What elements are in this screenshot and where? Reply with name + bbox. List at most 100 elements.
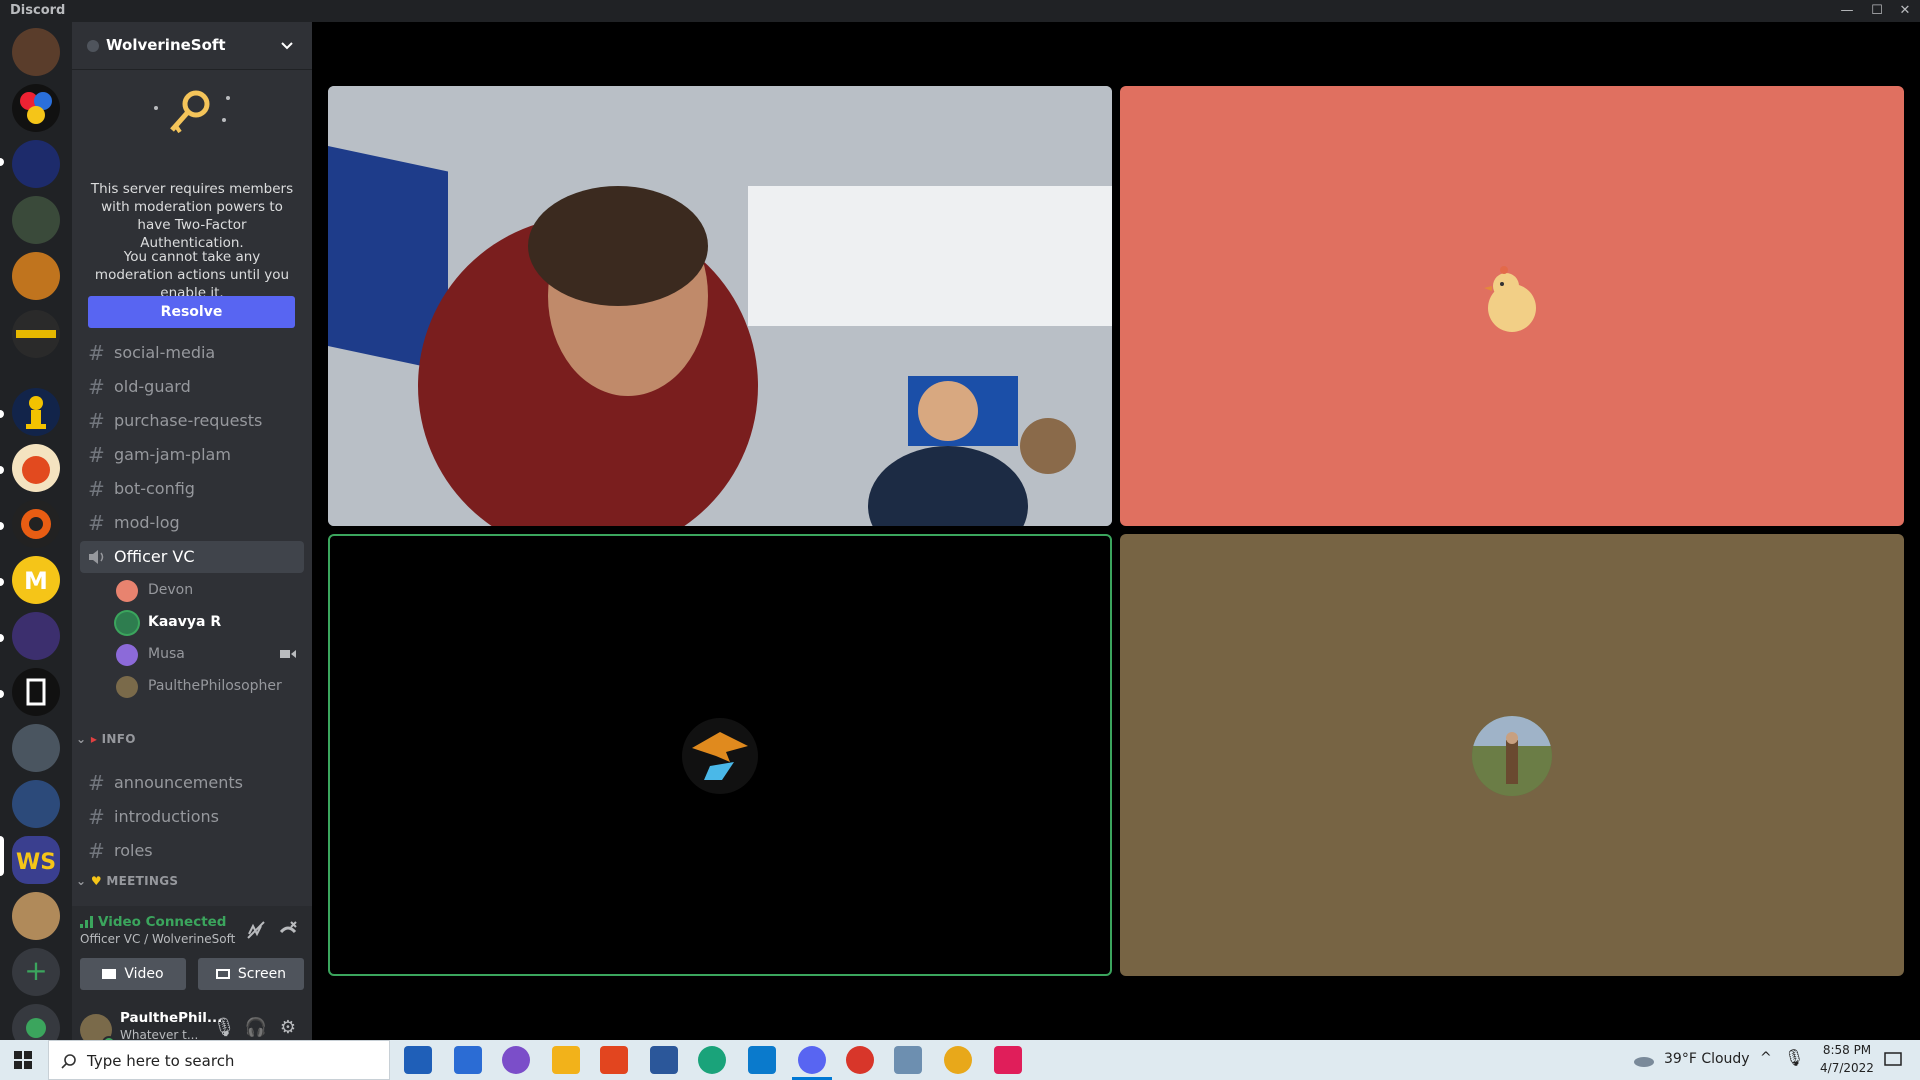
voice-user-devon[interactable]: Devon [116,576,306,604]
server-icon[interactable] [12,84,60,132]
microphone-icon[interactable]: 🎙 [210,1014,238,1042]
server-header[interactable]: WolverineSoft [72,22,312,70]
chevron-down-icon: ⌄ [76,874,87,888]
channel-roles[interactable]: # roles [80,835,304,867]
title-bar: Discord — ☐ ✕ [0,0,1920,22]
unread-indicator [0,690,4,698]
channel-bot-config[interactable]: # bot-config [80,473,304,505]
weather-text[interactable]: 39°F Cloudy [1664,1051,1750,1067]
disconnect-icon[interactable] [278,920,298,940]
chevron-down-icon [281,42,293,50]
channel-purchase-requests[interactable]: # purchase-requests [80,405,304,437]
office-icon[interactable] [600,1046,628,1074]
channel-old-guard[interactable]: # old-guard [80,371,304,403]
server-icon[interactable] [12,668,60,716]
hash-icon: # [88,409,105,433]
server-icon[interactable] [12,612,60,660]
hash-icon: # [88,341,105,365]
windows-taskbar: Type here to search 39°F Cloudy ^ 🎙 8:58… [0,1040,1920,1080]
slack-icon[interactable] [994,1046,1022,1074]
book-icon [26,678,46,706]
video-tile-camera[interactable] [328,86,1112,526]
windows-start-icon[interactable] [14,1051,32,1069]
close-button[interactable]: ✕ [1890,0,1920,22]
channel-gam-jam-plam[interactable]: # gam-jam-plam [80,439,304,471]
avatar [116,612,138,634]
screen-share-button[interactable]: Screen [198,958,304,990]
video-button[interactable]: Video [80,958,186,990]
server-icon[interactable] [12,780,60,828]
unread-indicator [0,410,4,418]
mail-icon[interactable] [454,1046,482,1074]
server-icon[interactable] [12,252,60,300]
voice-channel-officer-vc[interactable]: Officer VC [80,541,304,573]
voice-user-paul[interactable]: PaulthePhilosopher [116,672,306,700]
chevron-down-icon: ⌄ [76,732,87,746]
video-tile-speaking[interactable] [328,534,1112,976]
channel-announcements[interactable]: # announcements [80,767,304,799]
channel-introductions[interactable]: # introductions [80,801,304,833]
server-icon[interactable] [12,140,60,188]
unread-indicator [0,578,4,586]
voice-status[interactable]: Video Connected [98,914,226,930]
chrome-icon[interactable] [944,1046,972,1074]
hash-icon: # [88,805,105,829]
voice-user-musa[interactable]: Musa [116,640,306,668]
category-info[interactable]: ⌄ ▸ INFO [76,732,136,746]
voice-user-kaavya[interactable]: Kaavya R [116,608,306,636]
taskbar-search-box[interactable]: Type here to search [48,1040,390,1080]
channel-social-media[interactable]: # social-media [80,337,304,369]
app-icon[interactable] [894,1046,922,1074]
maximize-button[interactable]: ☐ [1862,0,1892,22]
server-icon[interactable]: M [12,556,60,604]
avatar [1472,716,1552,796]
microsoft-store-icon[interactable] [404,1046,432,1074]
clock-time[interactable]: 8:58 PM [1812,1043,1882,1057]
server-icon[interactable] [12,310,60,358]
mfa-sub-message: You cannot take any moderation actions u… [94,249,290,301]
server-icon[interactable] [12,196,60,244]
server-icon[interactable] [12,444,60,492]
chick-icon [1484,266,1536,332]
discord-icon[interactable] [798,1046,826,1074]
channel-mod-log[interactable]: # mod-log [80,507,304,539]
search-icon [61,1054,76,1069]
selected-indicator [0,836,4,876]
clock-date[interactable]: 4/7/2022 [1812,1061,1882,1075]
settings-gear-icon[interactable]: ⚙ [274,1014,302,1042]
key-icon [154,90,230,134]
flame-icon [22,456,50,484]
unread-indicator [0,634,4,642]
word-icon[interactable] [650,1046,678,1074]
ws-logo-icon: WS [16,850,56,875]
vscode-icon[interactable] [748,1046,776,1074]
add-server-button[interactable]: + [12,948,60,996]
chevron-up-icon[interactable]: ^ [1760,1050,1772,1066]
video-tile-avatar-red[interactable] [1120,86,1904,526]
category-meetings[interactable]: ⌄ ♥ MEETINGS [76,874,178,888]
headphones-icon[interactable]: 🎧 [242,1014,270,1042]
voice-connection-panel: Video Connected Officer VC / WolverineSo… [72,906,312,1003]
cloud-icon [1634,1057,1654,1067]
server-icon[interactable] [12,500,60,548]
hash-icon: # [88,443,105,467]
edge-icon[interactable] [698,1046,726,1074]
video-tile-avatar-olive[interactable] [1120,534,1904,976]
server-icon[interactable] [12,388,60,436]
username[interactable]: PaulthePhil... [120,1010,222,1026]
resolve-button[interactable]: Resolve [88,296,295,328]
minimize-button[interactable]: — [1832,0,1862,22]
file-explorer-icon[interactable] [552,1046,580,1074]
colorful-logo-icon [20,92,52,124]
server-icon-wolverinesoft[interactable]: WS [12,836,60,884]
app-icon[interactable] [846,1046,874,1074]
noise-suppression-icon[interactable] [246,920,266,940]
notifications-icon[interactable] [1884,1052,1902,1068]
hash-icon: # [88,839,105,863]
voice-location[interactable]: Officer VC / WolverineSoft [80,932,235,946]
github-icon[interactable] [502,1046,530,1074]
server-icon[interactable] [12,724,60,772]
server-icon[interactable] [12,892,60,940]
microphone-icon[interactable]: 🎙 [1784,1048,1804,1067]
server-icon[interactable] [12,28,60,76]
